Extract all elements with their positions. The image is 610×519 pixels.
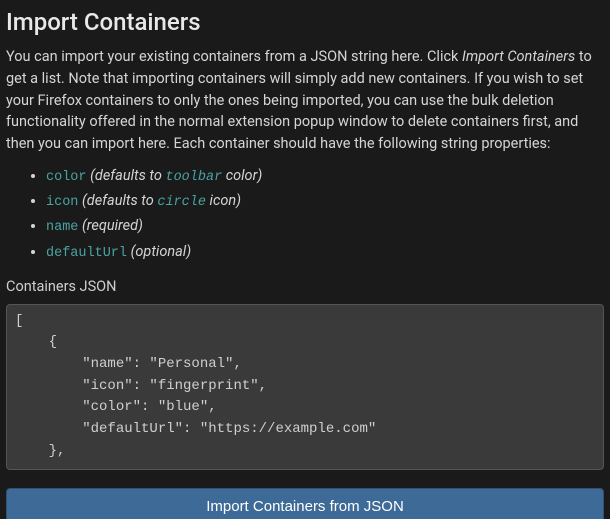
prop-code2: toolbar: [165, 170, 222, 185]
intro-before: You can import your existing containers …: [6, 48, 462, 65]
prop-code: name: [46, 220, 78, 235]
properties-list: color (defaults to toolbar color) icon (…: [6, 165, 604, 264]
prop-code: color: [46, 170, 87, 185]
list-item: color (defaults to toolbar color): [46, 165, 604, 188]
prop-suffix: (defaults to toolbar color): [87, 167, 263, 184]
prop-suffix: (required): [78, 217, 143, 234]
prop-code2: circle: [157, 195, 206, 210]
textarea-label: Containers JSON: [6, 276, 604, 298]
page-title: Import Containers: [6, 4, 604, 40]
prop-suffix: (optional): [127, 243, 191, 260]
list-item: icon (defaults to circle icon): [46, 190, 604, 213]
intro-paragraph: You can import your existing containers …: [6, 46, 604, 155]
prop-code: icon: [46, 195, 78, 210]
containers-json-input[interactable]: [6, 304, 604, 470]
import-containers-button[interactable]: Import Containers from JSON: [6, 488, 604, 519]
list-item: defaultUrl (optional): [46, 241, 604, 264]
intro-em: Import Containers: [462, 48, 575, 65]
list-item: name (required): [46, 215, 604, 238]
prop-code: defaultUrl: [46, 246, 127, 261]
prop-suffix: (defaults to circle icon): [78, 192, 241, 209]
